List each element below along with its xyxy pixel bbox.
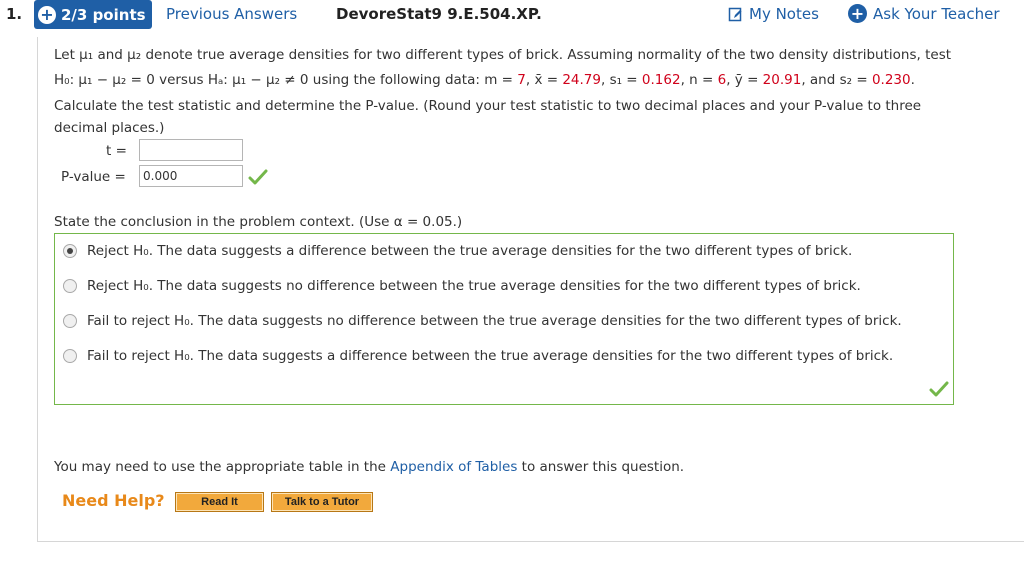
- question-number: 1.: [6, 5, 23, 23]
- option-label: Fail to reject H₀. The data suggests no …: [87, 313, 902, 329]
- appendix-post: to answer this question.: [517, 459, 685, 475]
- ask-teacher-label: Ask Your Teacher: [873, 4, 1000, 23]
- checkmark-icon: [929, 381, 949, 397]
- conclusion-option[interactable]: Fail to reject H₀. The data suggests a d…: [63, 345, 893, 367]
- radio-icon[interactable]: [63, 314, 77, 328]
- notes-icon: [728, 7, 742, 21]
- option-label: Reject H₀. The data suggests no differen…: [87, 278, 861, 294]
- my-notes-label: My Notes: [749, 5, 819, 23]
- problem-line-2: H₀: μ₁ − μ₂ = 0 versus Hₐ: μ₁ − μ₂ ≠ 0 u…: [54, 72, 915, 88]
- ybar-value: 20.91: [762, 72, 802, 88]
- option-label: Reject H₀. The data suggests a differenc…: [87, 243, 853, 259]
- instructions-line-1: Calculate the test statistic and determi…: [54, 98, 922, 114]
- xbar-value: 24.79: [562, 72, 601, 88]
- problem-line-1: Let μ₁ and μ₂ denote true average densit…: [54, 47, 952, 63]
- m-label: m =: [484, 72, 518, 88]
- plus-circle-icon: +: [848, 4, 867, 23]
- t-label: t =: [106, 143, 127, 159]
- conclusion-option[interactable]: Reject H₀. The data suggests a differenc…: [63, 240, 852, 262]
- question-id: DevoreStat9 9.E.504.XP.: [336, 5, 542, 23]
- pvalue-input[interactable]: [139, 165, 243, 187]
- appendix-note: You may need to use the appropriate tabl…: [54, 459, 684, 475]
- conclusion-option[interactable]: Fail to reject H₀. The data suggests no …: [63, 310, 902, 332]
- ybar-label: , ȳ =: [726, 72, 763, 88]
- s2-label: , and s₂ =: [801, 72, 872, 88]
- checkmark-icon: [248, 169, 268, 185]
- hypotheses-text: H₀: μ₁ − μ₂ = 0 versus Hₐ: μ₁ − μ₂ ≠ 0 u…: [54, 72, 485, 88]
- conclusion-option[interactable]: Reject H₀. The data suggests no differen…: [63, 275, 861, 297]
- option-label: Fail to reject H₀. The data suggests a d…: [87, 348, 894, 364]
- radio-selected-icon[interactable]: [63, 244, 77, 258]
- s2-value: 0.230: [871, 72, 911, 88]
- s2-end: .: [910, 72, 915, 88]
- talk-to-tutor-button[interactable]: Talk to a Tutor: [271, 492, 373, 512]
- n-label: , n =: [680, 72, 718, 88]
- instructions-line-2: decimal places.): [54, 120, 165, 136]
- appendix-of-tables-link[interactable]: Appendix of Tables: [390, 459, 517, 475]
- previous-answers-link[interactable]: Previous Answers: [166, 5, 297, 23]
- ask-teacher-link[interactable]: + Ask Your Teacher: [848, 4, 1000, 23]
- m-value: 7: [517, 72, 526, 88]
- s1-value: 0.162: [641, 72, 681, 88]
- question-header: 1. + 2/3 points Previous Answers DevoreS…: [0, 0, 1024, 30]
- pvalue-label: P-value =: [61, 169, 126, 185]
- need-help-label: Need Help?: [62, 491, 165, 510]
- points-label: 2/3 points: [61, 5, 146, 24]
- appendix-pre: You may need to use the appropriate tabl…: [54, 459, 391, 475]
- conclusion-prompt: State the conclusion in the problem cont…: [54, 214, 463, 230]
- my-notes-link[interactable]: My Notes: [728, 5, 819, 23]
- radio-icon[interactable]: [63, 349, 77, 363]
- radio-icon[interactable]: [63, 279, 77, 293]
- xbar-label: , x̄ =: [525, 72, 563, 88]
- t-statistic-input[interactable]: [139, 139, 243, 161]
- read-it-button[interactable]: Read It: [175, 492, 264, 512]
- points-badge[interactable]: + 2/3 points: [34, 0, 152, 29]
- s1-label: , s₁ =: [600, 72, 642, 88]
- n-value: 6: [717, 72, 727, 88]
- plus-circle-icon: +: [38, 5, 56, 24]
